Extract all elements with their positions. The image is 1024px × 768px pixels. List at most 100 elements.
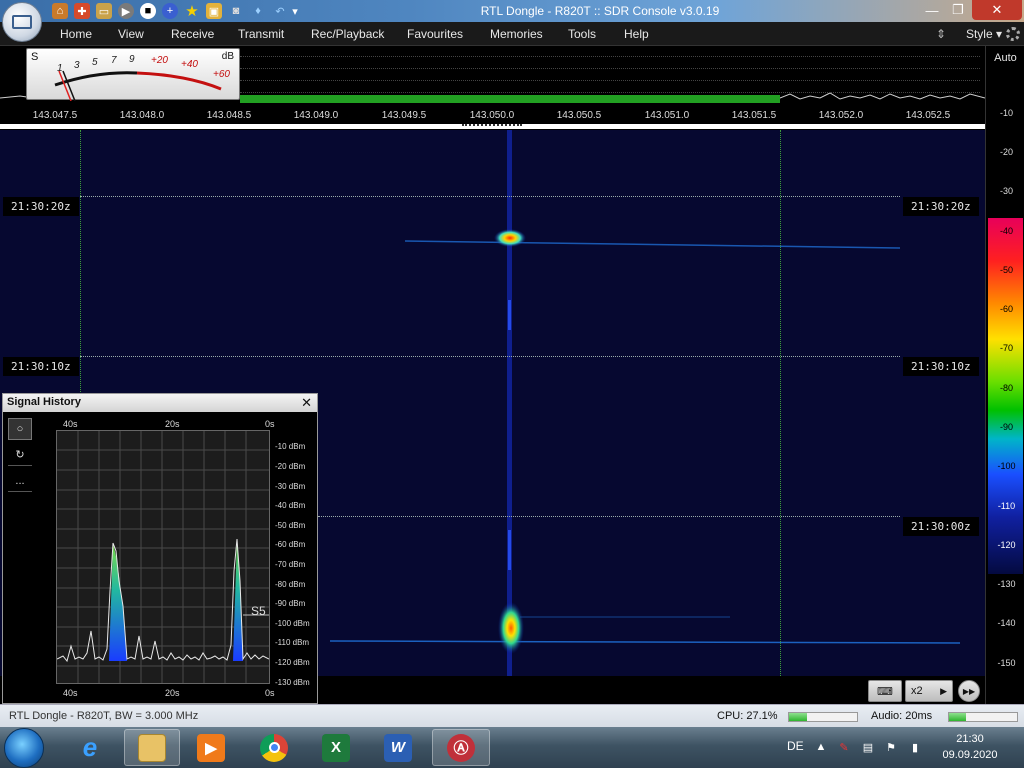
dbm-label: -70 dBm	[275, 560, 306, 569]
dbm-label: -80 dBm	[275, 580, 306, 589]
play-icon[interactable]: ▶	[118, 3, 134, 19]
gear-icon[interactable]	[1006, 27, 1020, 41]
device-icon[interactable]: ▤	[861, 740, 875, 754]
dbm-label: -20 dBm	[275, 462, 306, 471]
time-label: 20s	[165, 419, 180, 429]
zoom-selector[interactable]: x2 ▶	[905, 680, 953, 702]
auto-button[interactable]: Auto	[986, 52, 1024, 64]
tray-expand-icon[interactable]: ▲	[814, 740, 828, 754]
internet-explorer-icon: e	[82, 732, 98, 762]
clock-date[interactable]: 09.09.2020	[941, 749, 999, 761]
menu-help[interactable]: Help	[624, 27, 649, 41]
drop-icon[interactable]: ♦	[250, 3, 266, 19]
lock-icon[interactable]: ▣	[206, 3, 222, 19]
minimize-button[interactable]: —	[919, 0, 945, 20]
dbm-label: -130 dBm	[275, 678, 310, 687]
language-indicator[interactable]: DE	[787, 739, 804, 753]
freq-label: 143.047.5	[32, 110, 78, 121]
time-line	[80, 196, 900, 197]
grid-line	[240, 56, 980, 57]
step-button[interactable]: ▶▶	[958, 680, 980, 702]
menu-view[interactable]: View	[118, 27, 144, 41]
signal-history-panel: Signal History ✕ ○ ↻ ... 40s 20s 0s 40s …	[2, 393, 318, 704]
lifebuoy-icon[interactable]: ✚	[74, 3, 90, 19]
taskbar-sdr-console[interactable]: Ⓐ	[432, 729, 490, 766]
camera-icon[interactable]: ◙	[228, 3, 244, 19]
time-label: 40s	[63, 419, 78, 429]
add-icon[interactable]: +	[162, 3, 178, 19]
radio-tower-icon: Ⓐ	[447, 733, 475, 762]
time-label: 40s	[63, 688, 78, 698]
db-tick: -60	[999, 304, 1013, 314]
menu-receive[interactable]: Receive	[171, 27, 214, 41]
time-label: 0s	[265, 419, 275, 429]
word-icon: W	[384, 733, 412, 762]
s-meter: S dB 1 3 5 7 9 +20 +40 +60	[26, 48, 240, 101]
db-tick: -20	[999, 147, 1013, 157]
app-logo-icon	[12, 15, 32, 29]
title-bar: ⌂ ✚ ▭ ▶ ■ + ★ ▣ ◙ ♦ ↶ ▾ RTL Dongle - R82…	[0, 0, 1024, 22]
stop-icon[interactable]: ■	[140, 3, 156, 19]
dbm-label: -90 dBm	[275, 599, 306, 608]
db-tick: -30	[999, 186, 1013, 196]
quick-access-dropdown-icon[interactable]: ▾	[290, 3, 300, 19]
undo-icon[interactable]: ↶	[272, 3, 288, 19]
dbm-label: -100 dBm	[275, 619, 310, 628]
db-tick: -70	[999, 343, 1013, 353]
close-button[interactable]: ✕	[972, 0, 1022, 20]
menu-rec-playback[interactable]: Rec/Playback	[311, 27, 384, 41]
more-button[interactable]: ...	[8, 470, 32, 492]
menu-memories[interactable]: Memories	[490, 27, 543, 41]
db-tick: -130	[997, 579, 1016, 589]
time-line	[80, 356, 900, 357]
grid-line	[240, 92, 980, 93]
freq-label: 143.051.0	[644, 110, 690, 121]
style-arrows-icon[interactable]: ⇕	[936, 27, 946, 41]
taskbar-file-explorer[interactable]	[124, 729, 180, 766]
style-label: Style	[965, 27, 993, 41]
network-icon[interactable]: ▮	[908, 740, 922, 754]
windows-taskbar: e ▶ X W Ⓐ DE ▲ ✎ ▤ ⚑ ▮ 21:30 09.09.2020	[0, 727, 1024, 768]
star-icon[interactable]: ★	[184, 3, 200, 20]
flag-icon[interactable]: ⚑	[884, 740, 898, 754]
frequency-axis: 143.047.5 143.048.0 143.048.5 143.049.0 …	[0, 108, 985, 124]
window-title: RTL Dongle - R820T :: SDR Console v3.0.1…	[480, 4, 720, 18]
db-tick: -110	[997, 501, 1016, 511]
ribbon-menu: Home View Receive Transmit Rec/Playback …	[0, 22, 1024, 46]
signal-level-bar	[240, 95, 780, 103]
freq-label: 143.052.5	[905, 110, 951, 121]
signal-history-title-bar[interactable]: Signal History ✕	[3, 394, 317, 412]
time-tag-right: 21:30:10z	[903, 357, 979, 376]
freq-label: 143.048.0	[119, 110, 165, 121]
db-tick: -80	[999, 383, 1013, 393]
menu-tools[interactable]: Tools	[568, 27, 596, 41]
keyboard-icon: ⌨	[877, 685, 893, 698]
clock-time[interactable]: 21:30	[941, 733, 999, 745]
menu-favourites[interactable]: Favourites	[407, 27, 463, 41]
taskbar-chrome[interactable]	[248, 729, 300, 766]
taskbar-word[interactable]: W	[372, 729, 424, 766]
menu-transmit[interactable]: Transmit	[238, 27, 284, 41]
tuning-handle[interactable]	[462, 124, 522, 129]
grid-line	[240, 80, 980, 81]
acrobat-icon[interactable]: ✎	[837, 740, 851, 754]
folder-icon[interactable]: ▭	[96, 3, 112, 19]
app-menu-button[interactable]	[2, 2, 42, 42]
taskbar-media-player[interactable]: ▶	[185, 729, 237, 766]
dbm-label: -10 dBm	[275, 442, 306, 451]
menu-home[interactable]: Home	[60, 27, 92, 41]
keyboard-button[interactable]: ⌨	[868, 680, 902, 702]
step-icon: ▶▶	[962, 686, 976, 696]
time-line	[318, 516, 900, 517]
style-menu[interactable]: Style ▾	[966, 27, 1002, 41]
restore-button[interactable]: ❐	[945, 0, 971, 20]
signal-history-close-button[interactable]: ✕	[301, 395, 312, 411]
start-button[interactable]	[4, 728, 44, 768]
taskbar-excel[interactable]: X	[310, 729, 362, 766]
record-button[interactable]: ○	[8, 418, 32, 440]
reset-button[interactable]: ↻	[8, 444, 32, 466]
time-tag-right: 21:30:20z	[903, 197, 979, 216]
signal-history-graph	[56, 431, 270, 683]
home-icon[interactable]: ⌂	[52, 3, 68, 19]
taskbar-internet-explorer[interactable]: e	[64, 729, 116, 766]
